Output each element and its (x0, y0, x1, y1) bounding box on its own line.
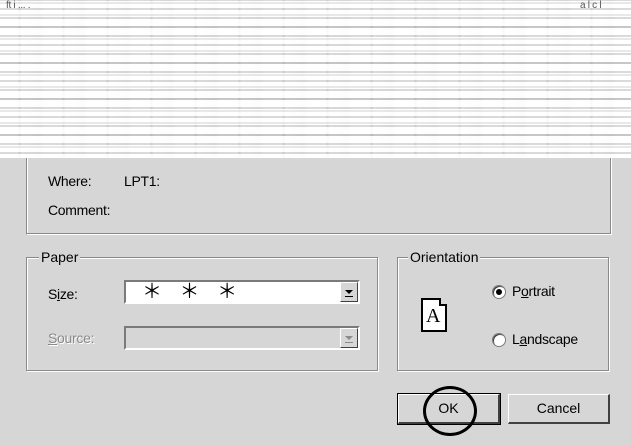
dropdown-bar (345, 342, 353, 343)
where-value: LPT1: (124, 173, 160, 189)
paper-group: Paper (26, 249, 378, 371)
portrait-radio[interactable] (492, 285, 506, 299)
source-label: Source: (48, 330, 95, 346)
where-label: Where: (48, 173, 92, 189)
page-orientation-icon: A (421, 298, 447, 332)
paper-size-dropdown-button[interactable] (340, 282, 358, 302)
chevron-down-icon (345, 290, 353, 294)
printer-info-group (26, 158, 612, 235)
paper-size-select[interactable]: ＊ ＊ ＊ (124, 280, 360, 304)
scan-noise-overlay (0, 0, 631, 158)
ok-button[interactable]: OK (397, 393, 501, 425)
comment-label: Comment: (48, 202, 111, 218)
page-preview-letter: A (426, 305, 441, 327)
cancel-button[interactable]: Cancel (508, 394, 610, 424)
size-label: Size: (48, 286, 78, 302)
radio-selected-dot (496, 289, 502, 295)
landscape-label[interactable]: Landscape (512, 331, 578, 347)
paper-group-label: Paper (39, 249, 81, 265)
portrait-label[interactable]: Portrait (512, 283, 555, 299)
paper-source-select[interactable] (124, 326, 360, 350)
orientation-group-label: Orientation (408, 249, 481, 265)
chevron-down-icon (345, 336, 353, 340)
paper-size-value: ＊ ＊ ＊ (142, 281, 244, 303)
landscape-radio[interactable] (492, 333, 506, 347)
dropdown-bar (345, 296, 353, 297)
header-fragment-left: ft i ... . (6, 0, 31, 11)
header-fragment-right: a l c l (580, 0, 602, 11)
paper-source-dropdown-button[interactable] (340, 328, 358, 348)
